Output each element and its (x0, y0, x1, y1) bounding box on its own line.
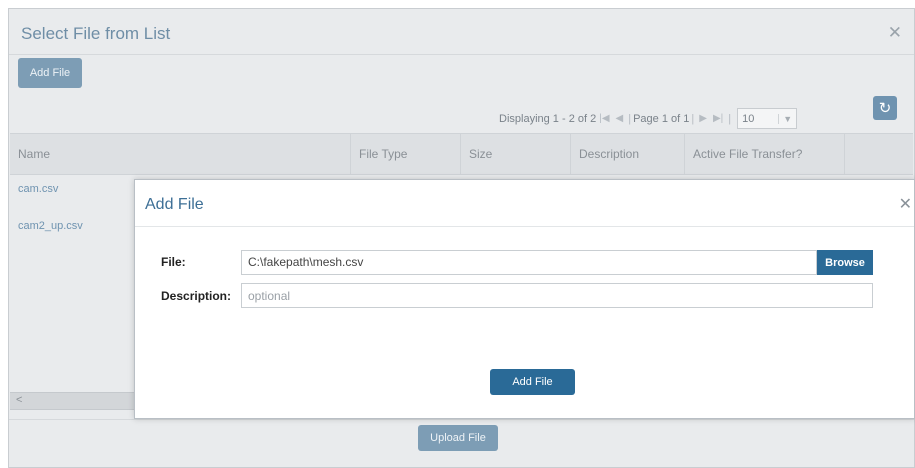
close-icon[interactable]: ✕ (888, 23, 902, 43)
upload-file-button[interactable]: Upload File (418, 425, 498, 451)
prev-page-icon[interactable]: ◀ (616, 113, 624, 124)
page-size-value: 10 (742, 112, 755, 125)
description-field[interactable] (241, 283, 873, 308)
divider (9, 54, 914, 55)
horizontal-scrollbar[interactable]: < (10, 392, 138, 410)
divider (135, 226, 914, 227)
dropdown-caret-icon: ▼ (778, 113, 792, 124)
last-page-icon[interactable]: ▶| (713, 113, 723, 124)
next-page-icon[interactable]: ▶ (699, 113, 707, 124)
column-header-name[interactable]: Name (10, 134, 350, 174)
table-row-link[interactable]: cam2_up.csv (18, 220, 83, 232)
page-label: Page (633, 112, 659, 125)
modal-title: Add File (145, 196, 204, 213)
column-header-extra (844, 134, 914, 174)
column-header-description[interactable]: Description (570, 134, 684, 174)
add-file-submit-button[interactable]: Add File (490, 369, 575, 395)
table-row-link[interactable]: cam.csv (18, 183, 58, 195)
first-page-icon[interactable]: |◀ (599, 113, 609, 124)
column-header-file-type[interactable]: File Type (350, 134, 460, 174)
divider: | (728, 112, 732, 125)
refresh-icon[interactable]: ↻ (873, 96, 897, 120)
add-file-modal: Add File ✕ File: C:\fakepath\mesh.csv Br… (134, 179, 915, 419)
file-label: File: (161, 255, 186, 269)
page-total: of 1 (671, 112, 690, 125)
divider: | (628, 112, 632, 125)
close-icon[interactable]: ✕ (899, 194, 912, 214)
divider: | (691, 112, 695, 125)
page-size-select[interactable]: 10 ▼ (737, 108, 798, 129)
divider (9, 419, 914, 420)
scroll-left-icon[interactable]: < (16, 394, 22, 406)
browse-button[interactable]: Browse (817, 250, 873, 275)
column-header-active-file-transfer[interactable]: Active File Transfer? (684, 134, 844, 174)
column-header-size[interactable]: Size (460, 134, 570, 174)
page-number-input[interactable]: 1 (662, 113, 668, 125)
dialog-title: Select File from List (21, 24, 171, 43)
add-file-button[interactable]: Add File (18, 58, 82, 88)
description-label: Description: (161, 289, 232, 303)
pagination-toolbar: Displaying 1 - 2 of 2 |◀ ◀ | Page 1 of 1… (499, 108, 798, 129)
file-path-field[interactable]: C:\fakepath\mesh.csv (241, 250, 817, 275)
displaying-text: Displaying 1 - 2 of 2 (499, 112, 597, 125)
table-header: Name File Type Size Description Active F… (10, 133, 913, 175)
